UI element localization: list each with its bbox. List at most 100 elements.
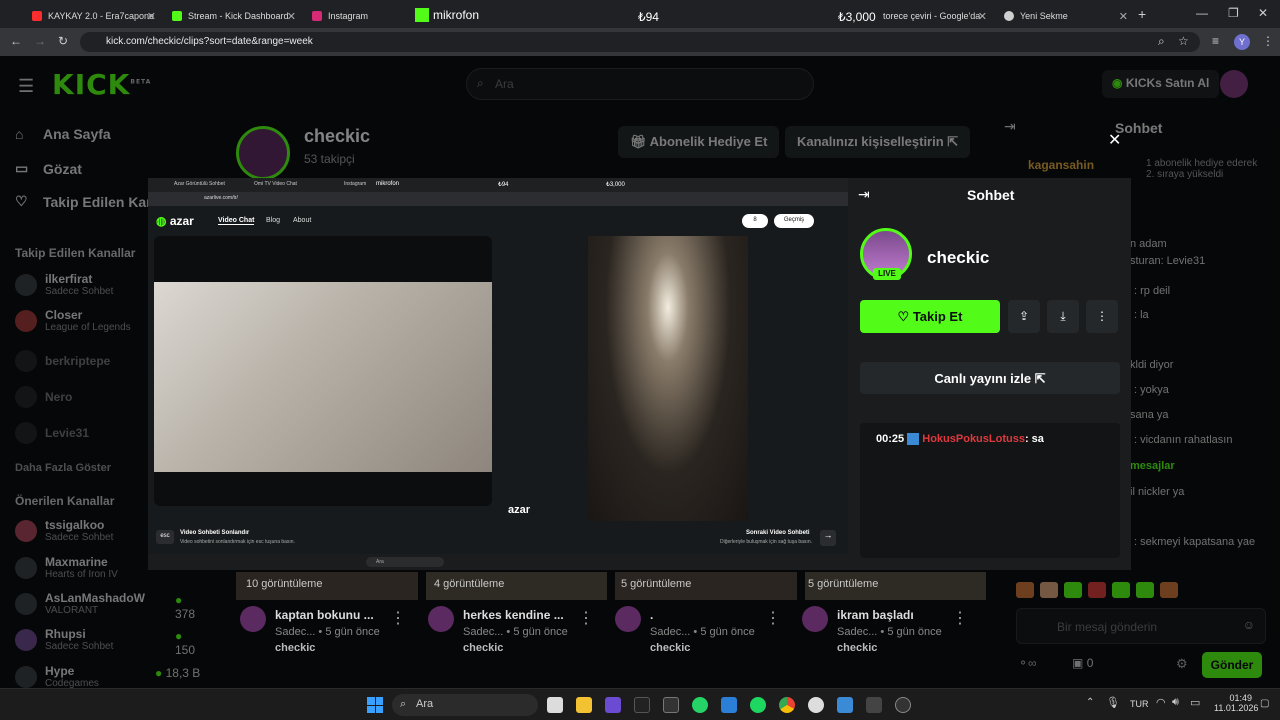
minimize-icon[interactable]: —: [1196, 6, 1208, 20]
start-icon[interactable]: [367, 697, 383, 713]
wifi-icon[interactable]: ◠: [1156, 696, 1166, 709]
chat-username[interactable]: HokusPokusLotuss: [922, 433, 1025, 445]
apple-tv-icon[interactable]: [634, 697, 650, 713]
follow-label: Takip Et: [912, 309, 963, 324]
tab-kick-dashboard[interactable]: Stream - Kick Dashboard ✕: [164, 4, 304, 28]
more-icon[interactable]: ⋮: [952, 608, 968, 628]
more-icon[interactable]: ⋮: [578, 608, 594, 628]
zoom-icon[interactable]: ⌕: [1158, 34, 1165, 49]
todo-icon[interactable]: [837, 697, 853, 713]
kick-icon: [172, 11, 182, 21]
inner-tab: Azar Görüntülü Sohbet: [174, 181, 225, 187]
volume-icon[interactable]: 🔊︎: [1172, 696, 1179, 709]
close-icon[interactable]: ✕: [1119, 10, 1128, 23]
esc-key-label: esc: [160, 533, 170, 539]
download-icon[interactable]: ⤓: [1047, 300, 1079, 333]
avatar: [240, 606, 266, 632]
tab-label: Yeni Sekme: [1020, 11, 1068, 21]
overlay-chat-panel: ⇥ Sohbet LIVE checkic ♡ Takip Et ⇪ ⤓ ⋮ C…: [848, 178, 1131, 570]
new-tab-icon[interactable]: +: [1138, 6, 1146, 22]
tab-google-translate[interactable]: torece çeviri - Google'da ✕: [875, 4, 995, 28]
menu-icon[interactable]: ⋮: [1262, 34, 1274, 48]
follow-button[interactable]: ♡ Takip Et: [860, 300, 1000, 333]
clip-age: 5 gün önce: [325, 626, 380, 638]
file-explorer-icon[interactable]: [576, 697, 592, 713]
heart-icon: ♡: [897, 309, 910, 324]
collapse-chat-icon[interactable]: ⇥: [858, 186, 870, 203]
arrow-right-icon: →: [820, 530, 836, 546]
tab-instagram[interactable]: Instagram: [304, 4, 414, 28]
notification-icon[interactable]: ▢: [1260, 698, 1269, 709]
close-icon[interactable]: ✕: [147, 10, 156, 23]
forward-icon[interactable]: →: [34, 34, 46, 48]
inner-address-bar: azarlive.com/tr/: [148, 192, 848, 206]
tab-new[interactable]: Yeni Sekme ✕: [996, 4, 1136, 28]
avatar: [615, 606, 641, 632]
vscode-icon[interactable]: [721, 697, 737, 713]
search-icon: ⌕: [400, 698, 407, 710]
close-modal-icon[interactable]: ✕: [1108, 130, 1121, 150]
chat-timestamp: 00:25: [876, 433, 905, 445]
mic-icon[interactable]: 🎙︎: [1106, 696, 1120, 709]
url-field[interactable]: kick.com/checkic/clips?sort=date&range=w…: [80, 32, 1200, 52]
video-frame[interactable]: Azar Görüntülü Sohbet Omi TV Video Chat …: [148, 178, 848, 570]
task-view-icon[interactable]: [547, 697, 563, 713]
azar-nav-item: About: [293, 217, 312, 224]
clip-category: Sadec...: [275, 626, 316, 638]
inner-tab: Instagram: [344, 181, 367, 187]
windows-taskbar: ⌕ Ara ⌃ 🎙︎ TUR ◠ 🔊︎ ▭ 01:49 11.01.2026 ▢: [0, 688, 1280, 720]
clip-views: 10 görüntüleme: [246, 578, 323, 590]
close-icon[interactable]: ✕: [287, 10, 296, 23]
whatsapp-icon[interactable]: [692, 697, 708, 713]
profile-avatar[interactable]: Y: [1234, 34, 1250, 50]
inner-url: azarlive.com/tr/: [204, 195, 238, 201]
tab-youtube[interactable]: KAYKAY 2.0 - Era7capone ✕: [24, 4, 164, 28]
close-window-icon[interactable]: ✕: [1258, 6, 1268, 20]
app-icon[interactable]: [605, 697, 621, 713]
end-chat-title: Video Sohbeti Sonlandır: [180, 530, 250, 536]
mic-label: mikrofon: [433, 8, 480, 22]
taskbar-search[interactable]: ⌕ Ara: [392, 694, 538, 716]
clock[interactable]: 01:49 11.01.2026: [1214, 693, 1258, 713]
app-icon[interactable]: [895, 697, 911, 713]
clip-channel[interactable]: checkic: [650, 642, 690, 654]
bookmark-icon[interactable]: ☆: [1178, 34, 1189, 48]
esc-key-badge: esc: [156, 530, 174, 544]
tab-label: Instagram: [328, 11, 369, 21]
battery-icon[interactable]: ▭: [1190, 696, 1200, 709]
inner-tab: mikrofon: [376, 181, 400, 187]
watch-live-button[interactable]: Canlı yayını izle ⇱: [860, 362, 1120, 394]
language-indicator[interactable]: TUR: [1130, 699, 1149, 709]
tab-label: torece çeviri - Google'da: [883, 11, 981, 21]
chrome-icon[interactable]: [779, 697, 795, 713]
maximize-icon[interactable]: ❐: [1228, 6, 1239, 20]
media-icon[interactable]: ≡: [1212, 34, 1219, 48]
remote-video: [588, 236, 748, 521]
tab-label: KAYKAY 2.0 - Era7capone: [48, 11, 155, 21]
next-chat-subtitle: Diğerleriyle buluşmak için sağ tuşa bası…: [720, 539, 812, 545]
more-icon[interactable]: ⋮: [765, 608, 781, 628]
clip-channel[interactable]: checkic: [275, 642, 315, 654]
more-icon[interactable]: ⋮: [390, 608, 406, 628]
back-icon[interactable]: ←: [10, 34, 22, 48]
tray-expand-icon[interactable]: ⌃: [1086, 697, 1094, 708]
close-icon[interactable]: ✕: [978, 10, 987, 23]
clip-channel[interactable]: checkic: [837, 642, 877, 654]
next-chat-title: Sonraki Video Sohbeti: [746, 530, 810, 536]
app-icon[interactable]: [866, 697, 882, 713]
price-overlay-3000: ₺3,000: [838, 10, 876, 24]
more-icon[interactable]: ⋮: [1086, 300, 1118, 333]
notion-icon[interactable]: [663, 697, 679, 713]
overlay-channel-name: checkic: [927, 248, 990, 267]
youtube-icon: [32, 11, 42, 21]
clip-channel[interactable]: checkic: [463, 642, 503, 654]
gems-count: 8: [753, 217, 757, 223]
spotify-icon[interactable]: [750, 697, 766, 713]
clock-time: 01:49: [1229, 693, 1252, 703]
chatgpt-icon[interactable]: [808, 697, 824, 713]
watch-live-label: Canlı yayını izle: [934, 371, 1032, 386]
mic-icon: [415, 8, 429, 22]
reload-icon[interactable]: ↻: [58, 34, 68, 48]
share-icon[interactable]: ⇪: [1008, 300, 1040, 333]
end-chat-subtitle: Video sohbetini sonlandırmak için esc tu…: [180, 539, 295, 545]
